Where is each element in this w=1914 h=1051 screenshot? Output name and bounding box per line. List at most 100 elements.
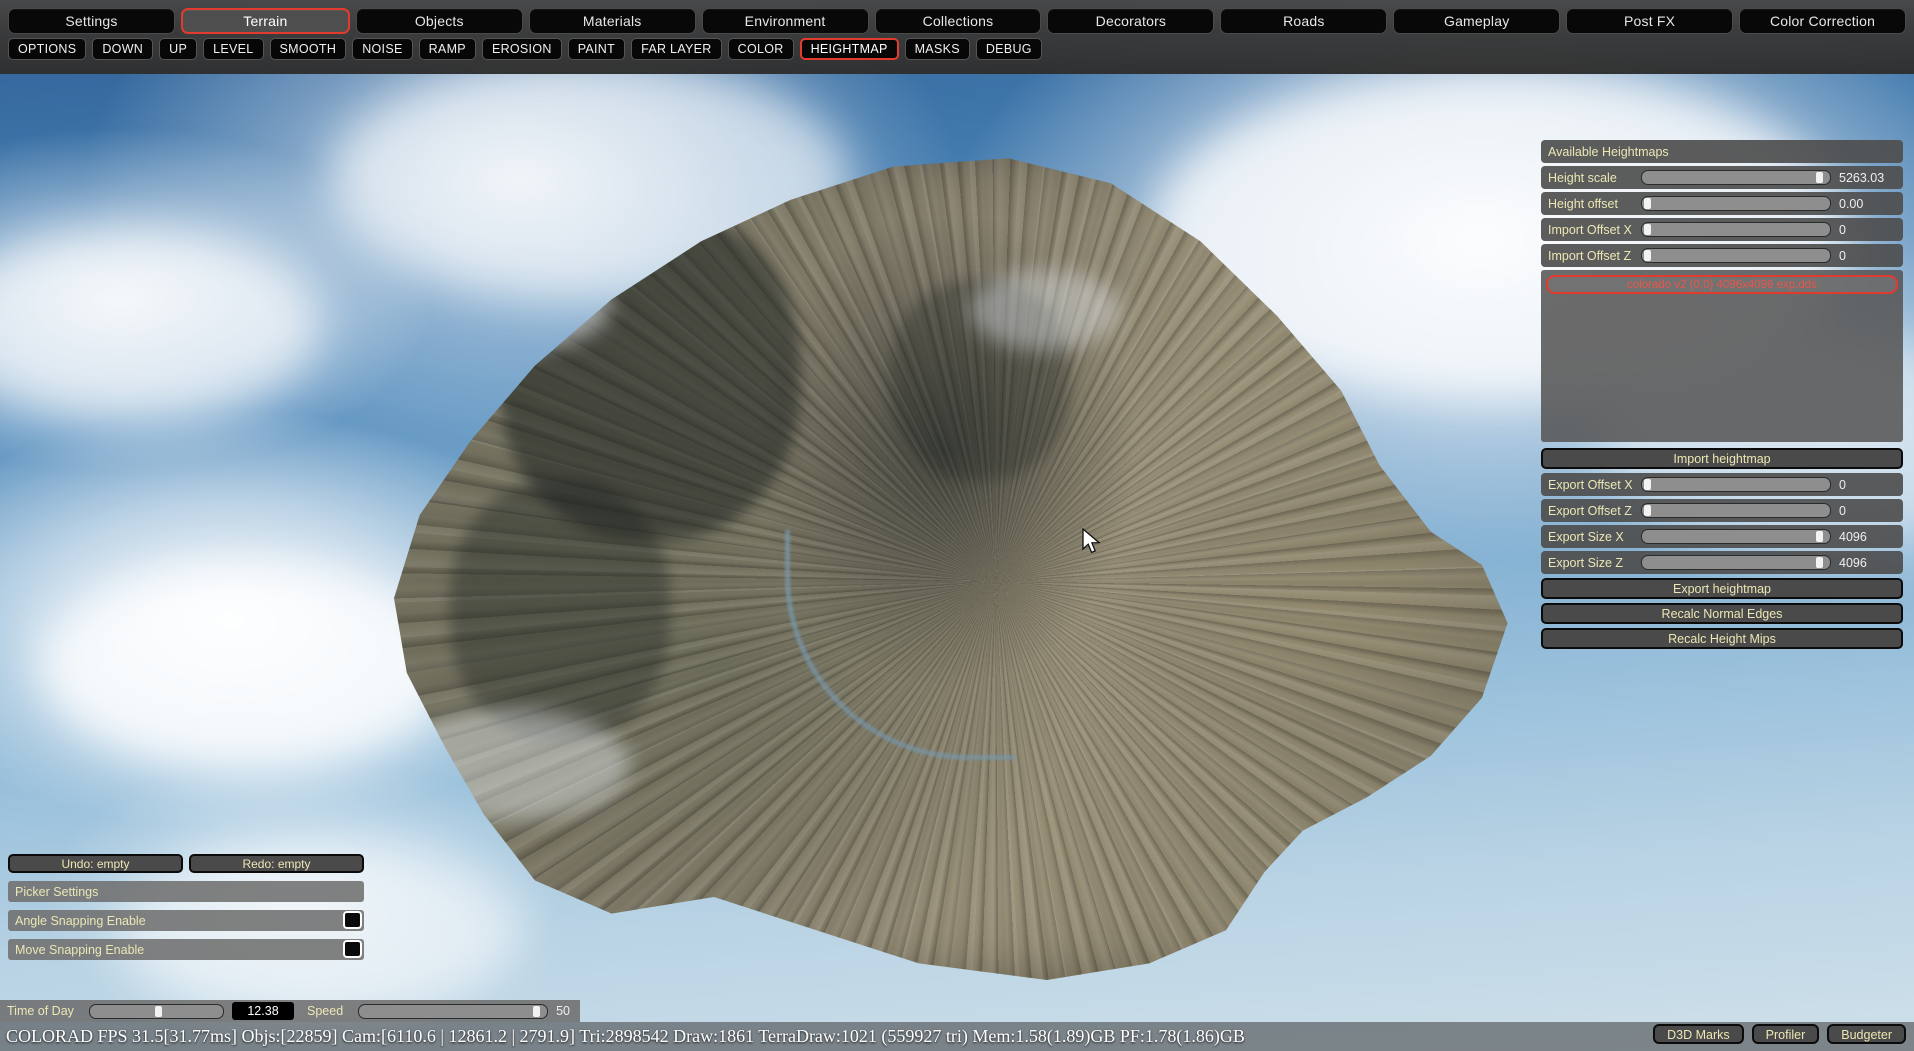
slider-track-export-offset-z[interactable] [1641, 503, 1831, 518]
slider-knob[interactable] [1643, 198, 1651, 209]
slider-knob[interactable] [1643, 505, 1651, 516]
import-heightmap-button[interactable]: Import heightmap [1541, 448, 1903, 469]
slider-label: Export Offset Z [1548, 503, 1632, 518]
button-d3d-marks[interactable]: D3D Marks [1653, 1024, 1744, 1044]
toggle-row-angle-snapping-enable[interactable]: Angle Snapping Enable [8, 910, 364, 931]
time-of-day-label: Time of Day [7, 1004, 74, 1018]
slider-knob[interactable] [1815, 531, 1823, 542]
slider-label: Import Offset X [1548, 222, 1632, 237]
toggle-label: Angle Snapping Enable [15, 913, 146, 928]
slider-label: Export Offset X [1548, 477, 1633, 492]
perf-button-group: D3D Marks Profiler Budgeter [1653, 1024, 1906, 1044]
slider-knob[interactable] [1643, 224, 1651, 235]
tool-down[interactable]: DOWN [92, 38, 154, 60]
slider-label: Height offset [1548, 196, 1618, 211]
terrain-snow [970, 270, 1120, 350]
slider-track-import-offset-z[interactable] [1641, 248, 1831, 263]
time-of-day-value[interactable]: 12.38 [232, 1002, 294, 1020]
slider-track-height-scale[interactable] [1641, 170, 1831, 185]
button-recalc-normal-edges[interactable]: Recalc Normal Edges [1541, 603, 1903, 624]
speed-value: 50 [556, 1004, 570, 1018]
tool-masks[interactable]: MASKS [904, 38, 970, 60]
slider-row-height-scale: Height scale 5263.03 [1541, 166, 1903, 189]
tool-smooth[interactable]: SMOOTH [269, 38, 347, 60]
tool-far-layer[interactable]: FAR LAYER [631, 38, 722, 60]
checkbox[interactable] [343, 940, 362, 958]
slider-value: 0.00 [1839, 196, 1864, 211]
heightmap-list[interactable]: colorado v2 (0,0) 4096x4096 exp.dds [1541, 270, 1903, 442]
tab-materials[interactable]: Materials [528, 8, 696, 34]
tool-heightmap[interactable]: HEIGHTMAP [799, 38, 899, 60]
slider-value: 0 [1839, 248, 1846, 263]
slider-label: Height scale [1548, 170, 1617, 185]
slider-row-export-offset-x: Export Offset X 0 [1541, 473, 1903, 496]
bottom-slider-bar: Time of Day 12.38 Speed 50 [0, 1000, 1914, 1022]
import-slider-group: Height scale 5263.03 Height offset 0.00 Impo… [1541, 166, 1903, 267]
slider-value: 0 [1839, 477, 1846, 492]
toggle-label: Move Snapping Enable [15, 942, 145, 957]
time-of-day-group: Time of Day 12.38 [0, 1000, 300, 1022]
button-profiler[interactable]: Profiler [1751, 1024, 1820, 1044]
slider-row-export-offset-z: Export Offset Z 0 [1541, 499, 1903, 522]
slider-knob[interactable] [1643, 250, 1651, 261]
slider-track-export-offset-x[interactable] [1641, 477, 1831, 492]
tool-erosion[interactable]: EROSION [481, 38, 562, 60]
heightmap-action-buttons: Export heightmap Recalc Normal Edges Recal… [1541, 578, 1903, 649]
slider-knob[interactable] [1815, 172, 1823, 183]
terrain-snow [420, 260, 610, 350]
editor-window: Settings Terrain Objects Materials Environme… [0, 0, 1914, 1051]
slider-label: Import Offset Z [1548, 248, 1632, 263]
tab-terrain[interactable]: Terrain [180, 8, 350, 34]
tool-ramp[interactable]: RAMP [418, 38, 476, 60]
redo-button[interactable]: Redo: empty [189, 854, 364, 873]
slider-row-export-size-x: Export Size X 4096 [1541, 525, 1903, 548]
button-recalc-height-mips[interactable]: Recalc Height Mips [1541, 628, 1903, 649]
export-slider-group: Export Offset X 0 Export Offset Z 0 Export S… [1541, 473, 1903, 574]
main-tab-bar: Settings Terrain Objects Materials Environme… [0, 8, 1914, 34]
tab-post-fx[interactable]: Post FX [1566, 8, 1734, 34]
tab-environment[interactable]: Environment [701, 8, 869, 34]
slider-knob[interactable] [1643, 479, 1651, 490]
slider-label: Export Size X [1548, 529, 1624, 544]
picker-settings-label: Picker Settings [15, 884, 99, 899]
picker-panel: Undo: empty Redo: empty Picker Settings … [8, 854, 364, 968]
tool-up[interactable]: UP [159, 38, 198, 60]
cloud-decor [0, 230, 320, 420]
toggle-row-move-snapping-enable[interactable]: Move Snapping Enable [8, 939, 364, 960]
terrain-mesh[interactable] [394, 158, 1508, 980]
slider-track-height-offset[interactable] [1641, 196, 1831, 211]
checkbox[interactable] [343, 911, 362, 929]
tool-color[interactable]: COLOR [727, 38, 794, 60]
speed-group: Speed 50 [300, 1000, 580, 1022]
tab-settings[interactable]: Settings [8, 8, 175, 34]
button-export-heightmap[interactable]: Export heightmap [1541, 578, 1903, 599]
tab-collections[interactable]: Collections [874, 8, 1042, 34]
tab-gameplay[interactable]: Gameplay [1393, 8, 1561, 34]
slider-track-export-size-x[interactable] [1641, 529, 1831, 544]
tool-options[interactable]: OPTIONS [8, 38, 87, 60]
speed-slider[interactable] [358, 1003, 549, 1019]
available-heightmaps-header: Available Heightmaps [1541, 140, 1903, 163]
tool-debug[interactable]: DEBUG [975, 38, 1042, 60]
tool-level[interactable]: LEVEL [203, 38, 264, 60]
undo-redo-group: Undo: empty Redo: empty [8, 854, 364, 873]
slider-track-export-size-z[interactable] [1641, 555, 1831, 570]
slider-track-import-offset-x[interactable] [1641, 222, 1831, 237]
slider-knob[interactable] [1815, 557, 1823, 568]
tab-roads[interactable]: Roads [1220, 8, 1388, 34]
undo-button[interactable]: Undo: empty [8, 854, 183, 873]
tool-noise[interactable]: NOISE [352, 38, 413, 60]
tab-decorators[interactable]: Decorators [1047, 8, 1215, 34]
heightmap-list-item[interactable]: colorado v2 (0,0) 4096x4096 exp.dds [1546, 275, 1898, 294]
time-of-day-slider[interactable] [88, 1003, 224, 1019]
heightmap-panel: Available Heightmaps Height scale 5263.03… [1541, 140, 1903, 653]
time-of-day-slider-knob[interactable] [155, 1005, 163, 1017]
slider-row-import-offset-z: Import Offset Z 0 [1541, 244, 1903, 267]
button-budgeter[interactable]: Budgeter [1827, 1024, 1906, 1044]
tool-paint[interactable]: PAINT [567, 38, 626, 60]
tab-color-correction[interactable]: Color Correction [1739, 8, 1906, 34]
tab-objects[interactable]: Objects [355, 8, 523, 34]
speed-slider-knob[interactable] [532, 1005, 540, 1017]
picker-settings-row[interactable]: Picker Settings [8, 881, 364, 902]
slider-value: 5263.03 [1839, 170, 1885, 185]
